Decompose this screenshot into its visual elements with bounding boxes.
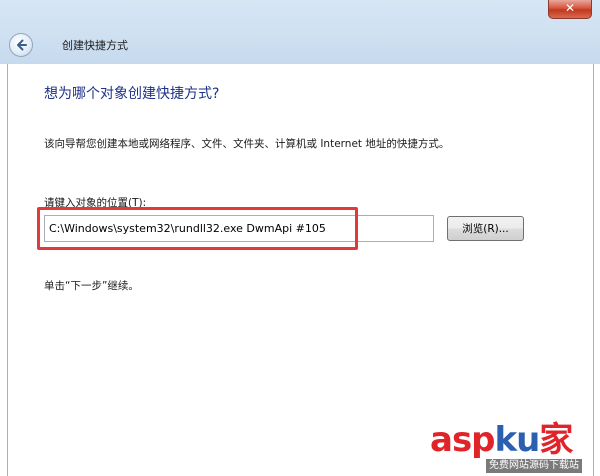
continue-hint: 单击“下一步”继续。 (44, 280, 139, 292)
watermark-subtitle: 免费网站源码下载站 (486, 459, 582, 473)
close-button[interactable]: ✕ (548, 0, 592, 19)
watermark-logo-k: ku (494, 420, 541, 460)
page-description: 该向导帮您创建本地或网络程序、文件、文件夹、计算机或 Internet 地址的快… (44, 138, 450, 150)
back-button[interactable] (9, 33, 33, 57)
page-heading: 想为哪个对象创建快捷方式? (44, 86, 220, 102)
watermark-logo: aspku家 (430, 418, 573, 462)
browse-button[interactable]: 浏览(R)... (447, 216, 524, 241)
window-title: 创建快捷方式 (62, 39, 128, 52)
title-bar (0, 0, 600, 64)
watermark-logo-suffix: 家 (539, 420, 573, 460)
wizard-content-panel (7, 64, 594, 476)
location-input[interactable]: C:\Windows\system32\rundll32.exe DwmApi … (44, 215, 434, 242)
close-icon: ✕ (564, 1, 576, 15)
back-arrow-icon (17, 39, 27, 51)
location-label: 请键入对象的位置(T): (44, 197, 147, 209)
watermark-logo-prefix: asp (430, 420, 496, 460)
